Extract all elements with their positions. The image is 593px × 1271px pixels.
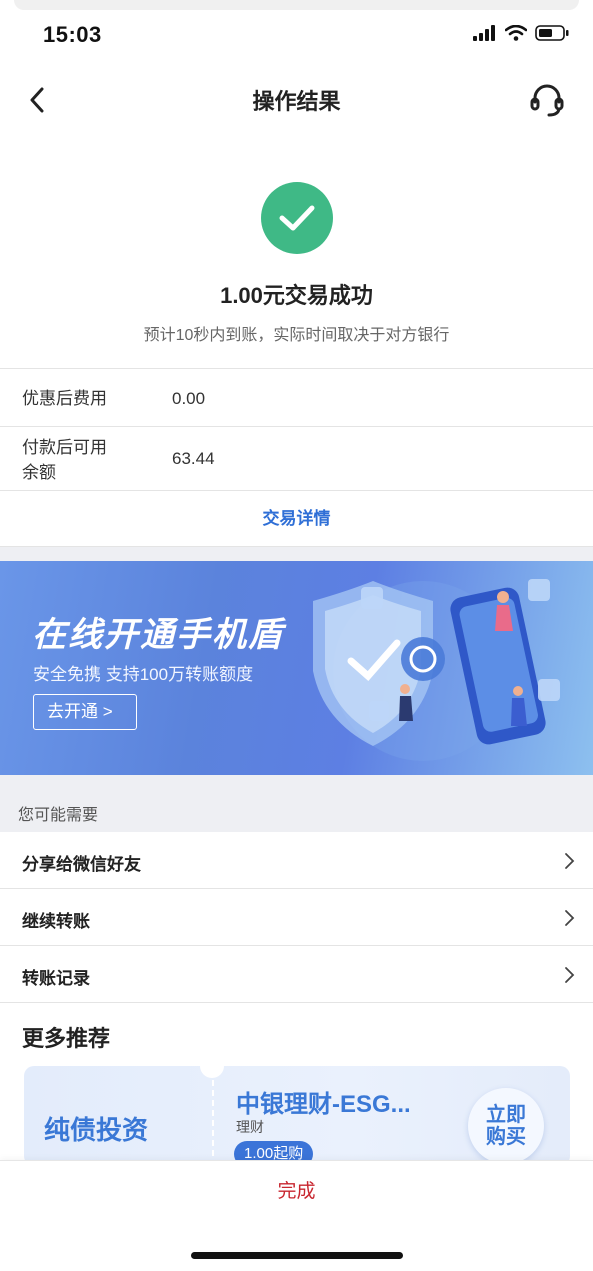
nav-bar: 操作结果 [0, 62, 593, 138]
may-need-list: 分享给微信好友 继续转账 转账记录 [0, 832, 593, 1003]
menu-label: 分享给微信好友 [22, 855, 141, 874]
status-icons [473, 25, 569, 41]
chevron-right-icon [565, 910, 575, 926]
success-badge [261, 182, 333, 254]
info-row-fee: 优惠后费用 0.00 [0, 369, 593, 427]
card-notch [200, 1066, 224, 1078]
banner-subtitle: 安全免携 支持100万转账额度 [33, 665, 254, 684]
result-subtitle: 预计10秒内到账，实际时间取决于对方银行 [143, 327, 450, 344]
result-section: 1.00元交易成功 预计10秒内到账，实际时间取决于对方银行 [0, 138, 593, 368]
info-table: 优惠后费用 0.00 付款后可用余额 63.44 交易详情 [0, 368, 593, 547]
bottom-bar: 完成 [0, 1160, 593, 1223]
signal-icon [473, 25, 495, 41]
share-wechat-item[interactable]: 分享给微信好友 [0, 832, 593, 889]
chevron-right-icon [565, 967, 575, 983]
promo-banner[interactable]: 在线开通手机盾 安全免携 支持100万转账额度 去开通 > [0, 561, 593, 775]
status-notch [14, 0, 579, 10]
page-title: 操作结果 [252, 89, 341, 114]
info-row-balance: 付款后可用余额 63.44 [0, 427, 593, 491]
product-type: 理财 [236, 1119, 264, 1135]
battery-icon [535, 25, 569, 41]
home-indicator[interactable] [191, 1252, 403, 1259]
chevron-right-icon [565, 853, 575, 869]
info-value: 0.00 [172, 389, 206, 408]
wifi-icon [505, 25, 527, 41]
banner-open-button[interactable]: 去开通 > [33, 694, 137, 730]
buy-now-button[interactable]: 立即购买 [468, 1088, 544, 1164]
info-label: 优惠后费用 [22, 389, 107, 408]
recommend-category: 纯债投资 [44, 1115, 149, 1145]
transfer-history-item[interactable]: 转账记录 [0, 946, 593, 1003]
buy-now-label: 立即购买 [486, 1104, 526, 1148]
home-area [0, 1223, 593, 1271]
continue-transfer-item[interactable]: 继续转账 [0, 889, 593, 946]
shield-illustration [313, 579, 560, 761]
may-need-header: 您可能需要 [0, 775, 593, 832]
status-bar: 15:03 [0, 0, 593, 62]
product-name: 中银理财-ESG... [236, 1091, 411, 1118]
menu-label: 转账记录 [22, 969, 90, 988]
card-divider [212, 1080, 214, 1166]
status-time: 15:03 [43, 22, 102, 47]
info-label: 付款后可用余额 [22, 438, 107, 482]
customer-service-button[interactable] [527, 80, 567, 120]
banner-title: 在线开通手机盾 [32, 616, 284, 654]
info-value: 63.44 [172, 449, 215, 468]
section-divider [0, 547, 593, 561]
recommend-card[interactable]: 纯债投资 中银理财-ESG... 理财 1.00起购 立即购买 [24, 1066, 570, 1166]
more-recommend-title: 更多推荐 [22, 1026, 111, 1051]
check-icon [279, 205, 315, 231]
headset-icon [530, 84, 564, 117]
transaction-detail-link[interactable]: 交易详情 [0, 491, 593, 547]
result-title: 1.00元交易成功 [220, 283, 373, 308]
menu-label: 继续转账 [22, 912, 90, 931]
done-button[interactable]: 完成 [0, 1161, 593, 1223]
may-need-title: 您可能需要 [18, 807, 99, 824]
